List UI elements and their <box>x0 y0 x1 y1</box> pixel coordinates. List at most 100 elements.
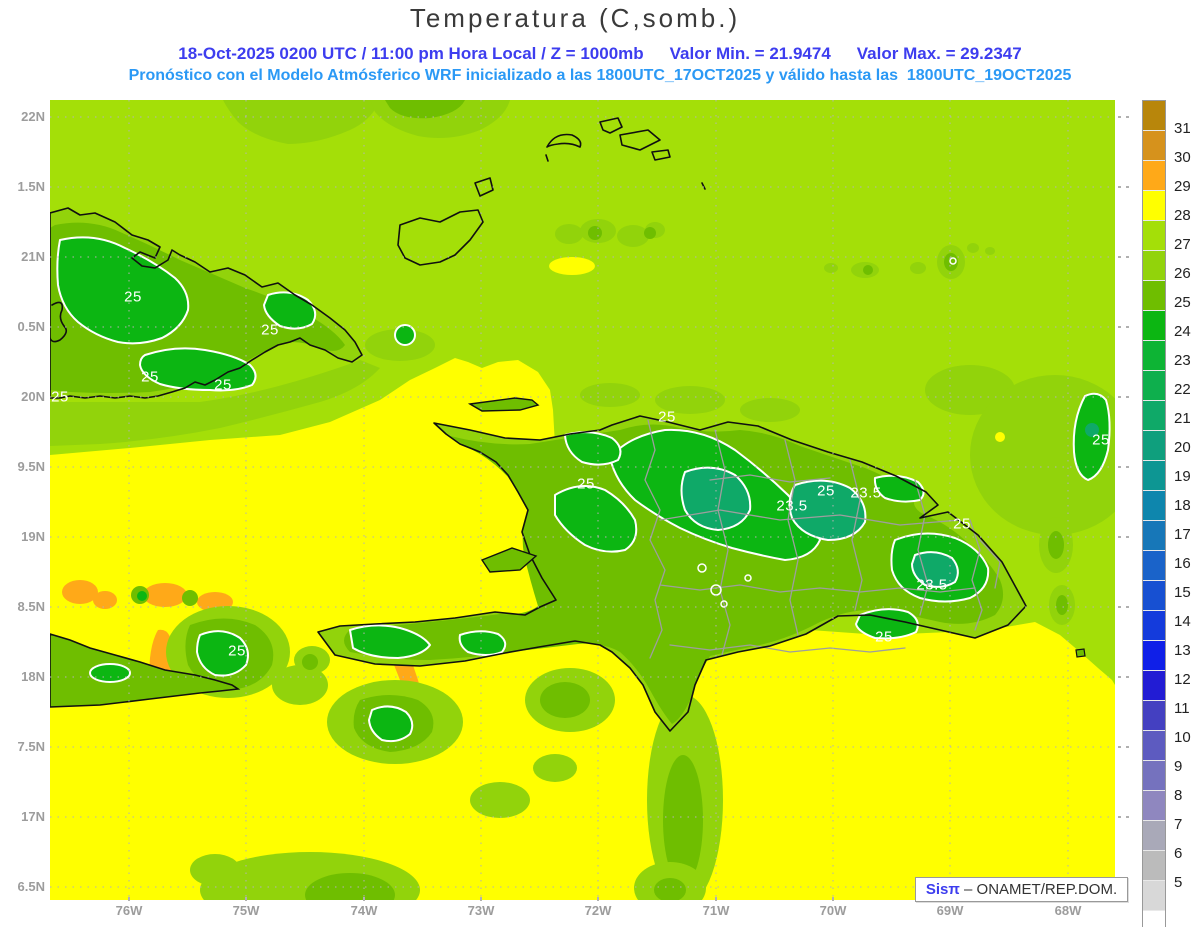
colorbar-tick-label: 22 <box>1174 381 1191 398</box>
colorbar-segment <box>1143 400 1165 430</box>
right-tick <box>1118 186 1121 188</box>
colorbar-tick-label: 30 <box>1174 149 1191 166</box>
colorbar-tick-label: 6 <box>1174 845 1183 862</box>
colorbar-segment <box>1143 490 1165 520</box>
colorbar <box>1142 100 1166 927</box>
right-tick <box>1118 676 1121 678</box>
colorbar-segment <box>1143 280 1165 310</box>
y-axis-label: 17N <box>21 809 45 824</box>
colorbar-segment <box>1143 640 1165 670</box>
colorbar-tick-label: 9 <box>1174 758 1183 775</box>
min-value-text: Valor Min. = 21.9474 <box>669 44 831 63</box>
colorbar-segment <box>1143 550 1165 580</box>
colorbar-tick-label: 27 <box>1174 236 1191 253</box>
colorbar-tick-label: 11 <box>1174 700 1190 717</box>
sispi-logo: Sisπ <box>925 881 960 898</box>
colorbar-segment <box>1143 730 1165 760</box>
x-axis-label: 68W <box>1054 903 1082 918</box>
right-tick <box>1126 186 1129 188</box>
right-tick <box>1118 606 1121 608</box>
bottom-tick <box>363 897 365 901</box>
colorbar-segment <box>1143 520 1165 550</box>
colorbar-tick-label: 7 <box>1174 816 1183 833</box>
y-axis-label: 20N <box>21 389 45 404</box>
y-axis-label: 8.5N <box>17 599 45 614</box>
colorbar-tick-label: 5 <box>1174 874 1183 891</box>
colorbar-segment <box>1143 670 1165 700</box>
y-axis-label: 19N <box>21 529 45 544</box>
max-value-text: Valor Max. = 29.2347 <box>856 44 1022 63</box>
colorbar-tick-label: 17 <box>1174 526 1191 543</box>
colorbar-segment <box>1143 910 1165 927</box>
colorbar-tick-label: 31 <box>1174 120 1191 137</box>
x-axis-label: 75W <box>232 903 260 918</box>
colorbar-segment <box>1143 610 1165 640</box>
page-title: Temperatura (C,somb.) <box>409 3 741 33</box>
colorbar-tick-label: 18 <box>1174 497 1191 514</box>
colorbar-tick-label: 15 <box>1174 584 1191 601</box>
colorbar-segment <box>1143 820 1165 850</box>
colorbar-tick-label: 12 <box>1174 671 1191 688</box>
valid-time-text: 18-Oct-2025 0200 UTC / 11:00 pm Hora Loc… <box>178 44 644 63</box>
bottom-tick <box>715 897 717 901</box>
subtitle-line2: Pronóstico con el Modelo Atmósferico WRF… <box>128 67 1072 84</box>
colorbar-segment <box>1143 250 1165 280</box>
right-tick <box>1126 396 1129 398</box>
colorbar-tick-label: 25 <box>1174 294 1191 311</box>
y-axis-label: 9.5N <box>17 459 45 474</box>
y-axis-label: 7.5N <box>17 739 45 754</box>
colorbar-tick-label: 16 <box>1174 555 1191 572</box>
right-tick <box>1126 606 1129 608</box>
colorbar-tick-label: 13 <box>1174 642 1191 659</box>
right-tick <box>1126 326 1129 328</box>
bottom-tick <box>128 897 130 901</box>
forecast-map <box>50 100 1115 900</box>
bottom-tick <box>597 897 599 901</box>
colorbar-tick-label: 14 <box>1174 613 1191 630</box>
colorbar-segment <box>1143 700 1165 730</box>
x-axis-label: 76W <box>115 903 143 918</box>
colorbar-segment <box>1143 580 1165 610</box>
right-tick <box>1118 466 1121 468</box>
attribution-separator: – <box>959 881 977 898</box>
x-axis-label: 69W <box>936 903 964 918</box>
right-tick <box>1118 256 1121 258</box>
x-axis-label: 71W <box>702 903 730 918</box>
colorbar-segment <box>1143 430 1165 460</box>
colorbar-tick-label: 19 <box>1174 468 1191 485</box>
x-axis-label: 70W <box>819 903 847 918</box>
x-axis-label: 73W <box>467 903 495 918</box>
y-axis-label: 22N <box>21 109 45 124</box>
colorbar-tick-label: 8 <box>1174 787 1183 804</box>
right-tick <box>1118 816 1121 818</box>
colorbar-segment <box>1143 790 1165 820</box>
colorbar-segment <box>1143 190 1165 220</box>
forecast-screenshot: Temperatura (C,somb.) 18-Oct-2025 0200 U… <box>0 0 1200 927</box>
y-axis-label: 6.5N <box>17 879 45 894</box>
right-tick <box>1126 746 1129 748</box>
right-tick <box>1126 116 1129 118</box>
right-tick <box>1126 536 1129 538</box>
bottom-tick <box>480 897 482 901</box>
attribution-org: ONAMET/REP.DOM. <box>976 881 1118 898</box>
colorbar-segment <box>1143 850 1165 880</box>
right-tick <box>1126 676 1129 678</box>
right-tick <box>1118 536 1121 538</box>
right-tick <box>1118 746 1121 748</box>
mona-island <box>1075 648 1086 658</box>
right-tick <box>1118 326 1121 328</box>
right-tick <box>1126 466 1129 468</box>
colorbar-tick-label: 23 <box>1174 352 1191 369</box>
colorbar-segment <box>1143 460 1165 490</box>
attribution-box: Sisπ – ONAMET/REP.DOM. <box>915 877 1128 902</box>
subtitle-line1: 18-Oct-2025 0200 UTC / 11:00 pm Hora Loc… <box>0 44 1200 64</box>
colorbar-segment <box>1143 880 1165 910</box>
colorbar-tick-label: 26 <box>1174 265 1191 282</box>
right-tick <box>1126 816 1129 818</box>
colorbar-segment <box>1143 760 1165 790</box>
y-axis-label: 0.5N <box>17 319 45 334</box>
y-axis-label: 1.5N <box>17 179 45 194</box>
right-tick <box>1118 116 1121 118</box>
colorbar-tick-label: 24 <box>1174 323 1191 340</box>
x-axis-label: 72W <box>584 903 612 918</box>
